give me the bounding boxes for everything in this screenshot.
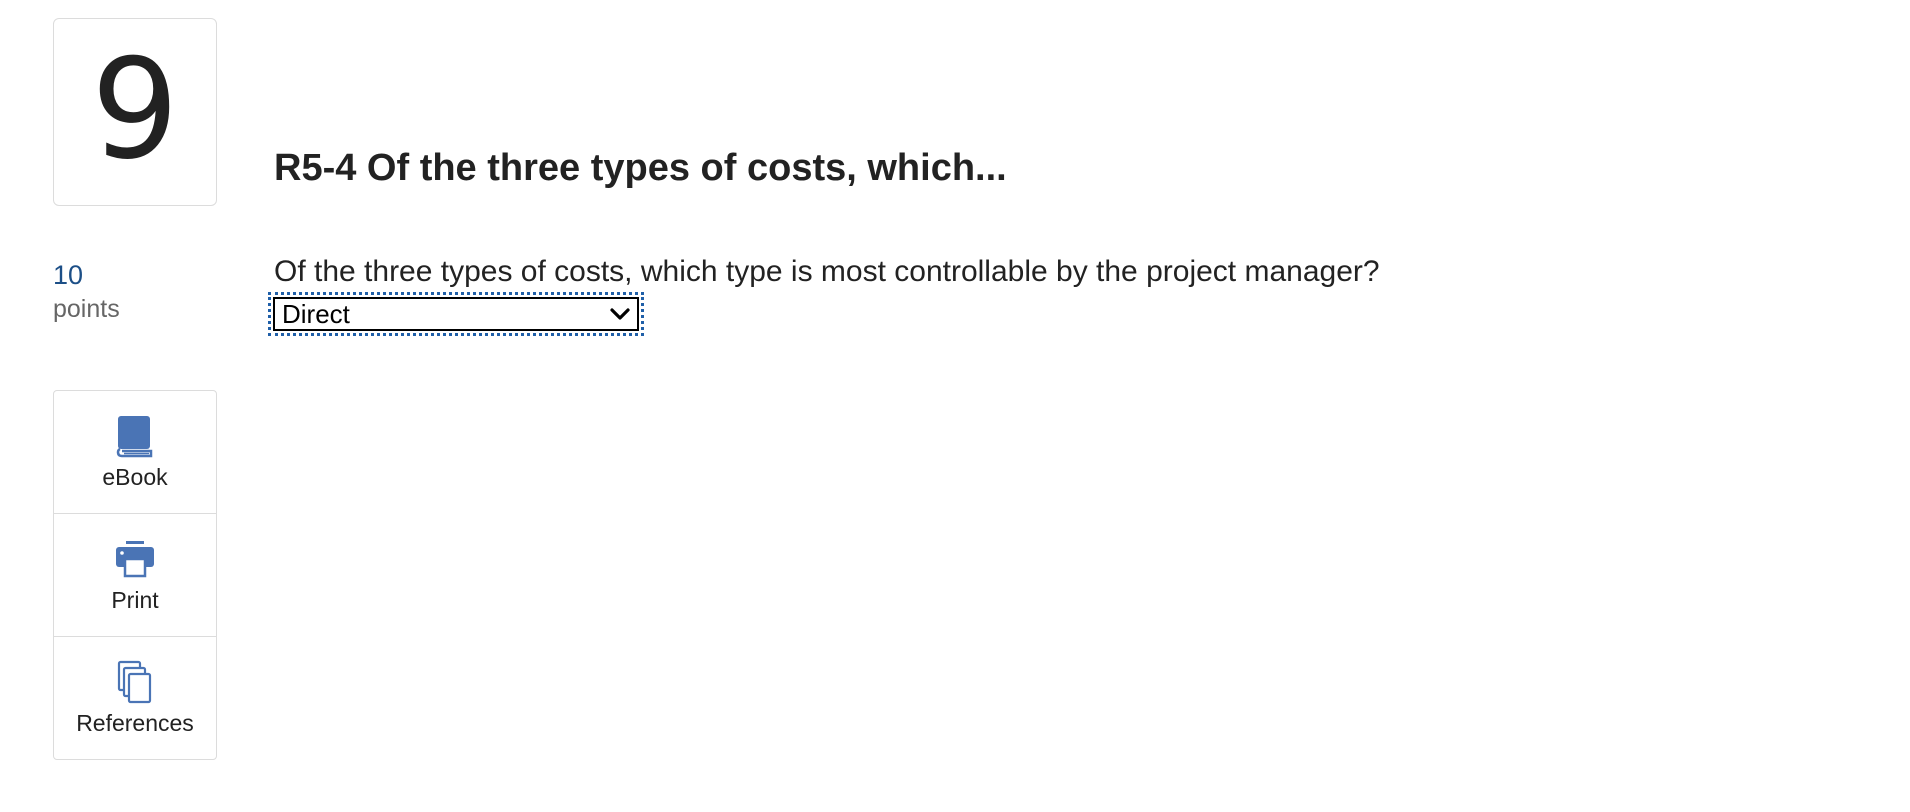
points-value: 10 [53,260,84,290]
book-icon [116,415,153,457]
question-prompt: Of the three types of costs, which type … [274,255,1380,288]
question-page: 9 10 points eBook Print References R5-4 … [0,0,1910,812]
answer-selected-value: Direct [282,298,350,329]
print-button[interactable]: Print [54,514,216,637]
documents-icon [117,660,152,703]
ebook-button[interactable]: eBook [54,391,216,514]
references-button[interactable]: References [54,637,216,759]
ebook-label: eBook [102,463,168,490]
chevron-down-icon [610,308,630,320]
points-info: 10 points [53,258,120,326]
answer-focus-outline: Direct [268,292,644,336]
points-label: points [53,295,120,324]
print-label: Print [111,586,159,613]
printer-icon [116,540,154,577]
question-number: 9 [91,29,179,190]
references-label: References [76,709,194,736]
tools-panel: eBook Print References [53,390,217,760]
answer-select[interactable]: Direct [273,297,639,331]
question-number-box: 9 [53,18,217,206]
question-title: R5-4 Of the three types of costs, which.… [274,147,1007,189]
